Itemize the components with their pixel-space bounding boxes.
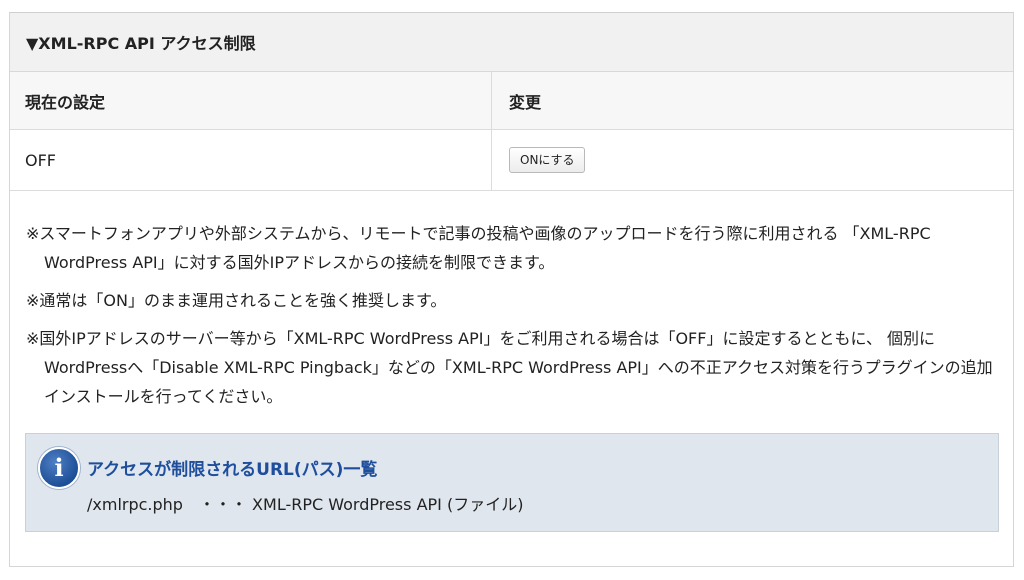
turn-on-button[interactable]: ONにする xyxy=(509,147,585,173)
info-icon: i xyxy=(38,447,80,489)
change-cell: ONにする xyxy=(491,129,1013,191)
current-setting-value: OFF xyxy=(10,129,492,191)
note-foreign-ip: ※国外IPアドレスのサーバー等から「XML-RPC WordPress API」… xyxy=(26,329,993,406)
table-row: OFF ONにする xyxy=(10,129,1013,191)
info-title: アクセスが制限されるURL(パス)一覧 xyxy=(87,460,378,480)
restricted-url-entry: /xmlrpc.php ・・・ XML-RPC WordPress API (フ… xyxy=(87,495,524,514)
header-change: 変更 xyxy=(491,72,1013,130)
note-description: ※スマートフォンアプリや外部システムから、リモートで記事の投稿や画像のアップロー… xyxy=(26,224,931,272)
settings-table: 現在の設定 変更 OFF ONにする xyxy=(10,72,1013,191)
restricted-url-info-box: i アクセスが制限されるURL(パス)一覧 /xmlrpc.php ・・・ XM… xyxy=(25,433,999,532)
header-current-setting: 現在の設定 xyxy=(10,72,492,130)
panel-title: ▼XML-RPC API アクセス制限 xyxy=(10,13,1013,72)
table-header-row: 現在の設定 変更 xyxy=(10,72,1013,130)
xmlrpc-settings-panel: ▼XML-RPC API アクセス制限 現在の設定 変更 OFF ONにする ※… xyxy=(9,12,1014,567)
notes-section: ※スマートフォンアプリや外部システムから、リモートで記事の投稿や画像のアップロー… xyxy=(10,191,1013,411)
note-recommendation: ※通常は「ON」のまま運用されることを強く推奨します。 xyxy=(26,291,447,310)
